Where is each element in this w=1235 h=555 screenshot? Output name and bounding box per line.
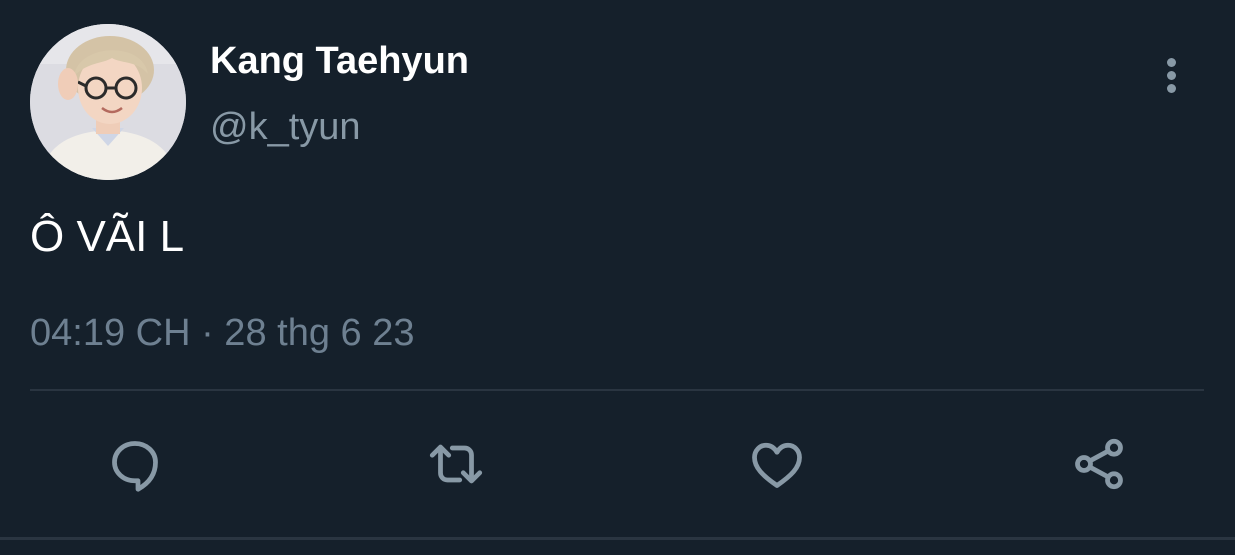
display-name[interactable]: Kang Taehyun [210,38,469,84]
retweet-button[interactable] [422,430,490,498]
heart-icon [752,442,802,488]
reply-icon [112,441,158,492]
share-icon [1075,438,1123,490]
avatar[interactable] [30,24,186,180]
more-options-button[interactable] [1150,52,1192,98]
tweet-timestamp[interactable]: 04:19 CH · 28 thg 6 23 [30,310,414,356]
divider [30,389,1204,391]
more-vertical-icon [1167,58,1176,67]
tweet-card: Kang Taehyun @k_tyun Ô VÃI L 04:19 CH · … [0,0,1235,555]
like-button[interactable] [743,430,811,498]
retweet-icon [429,444,483,484]
bottom-divider [0,537,1235,540]
share-button[interactable] [1065,430,1133,498]
avatar-image [30,24,186,180]
reply-button[interactable] [101,430,169,498]
more-vertical-icon-dot [1167,71,1176,80]
tweet-text: Ô VÃI L [30,212,185,261]
user-handle[interactable]: @k_tyun [210,104,361,150]
more-vertical-icon-dot [1167,84,1176,93]
